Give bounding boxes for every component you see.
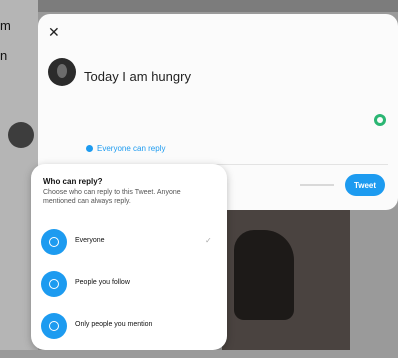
- background-top-bar: [38, 0, 398, 12]
- menu-title: Who can reply?: [43, 177, 103, 186]
- background-bottom: [0, 350, 398, 358]
- avatar: [48, 58, 76, 86]
- globe-icon: [86, 145, 93, 153]
- reply-setting-label: Everyone can reply: [97, 144, 166, 153]
- reply-setting-button[interactable]: Everyone can reply: [86, 144, 165, 153]
- reply-option-people-you-follow[interactable]: People you follow: [39, 268, 221, 300]
- close-icon[interactable]: ✕: [48, 24, 60, 41]
- compose-text-input[interactable]: Today I am hungry: [84, 69, 191, 84]
- toolbar-placeholder: [300, 184, 334, 186]
- character-counter-icon: [374, 114, 386, 126]
- background-text: m: [0, 18, 11, 33]
- option-label: People you follow: [75, 279, 130, 286]
- check-icon: ✓: [205, 236, 212, 245]
- option-label: Only people you mention: [75, 321, 153, 328]
- who-can-reply-menu: Who can reply? Choose who can reply to t…: [31, 164, 227, 350]
- background-text: n: [0, 48, 8, 63]
- reply-option-only-mentioned[interactable]: Only people you mention: [39, 310, 221, 342]
- background-avatar: [8, 122, 34, 148]
- people-icon: [41, 271, 67, 297]
- globe-icon: [41, 229, 67, 255]
- background-photo-subject: [234, 230, 294, 320]
- option-label: Everyone: [75, 237, 105, 244]
- tweet-button[interactable]: Tweet: [345, 174, 385, 196]
- reply-option-everyone[interactable]: Everyone ✓: [39, 226, 221, 258]
- mention-icon: [41, 313, 67, 339]
- menu-description: Choose who can reply to this Tweet. Anyo…: [43, 189, 181, 205]
